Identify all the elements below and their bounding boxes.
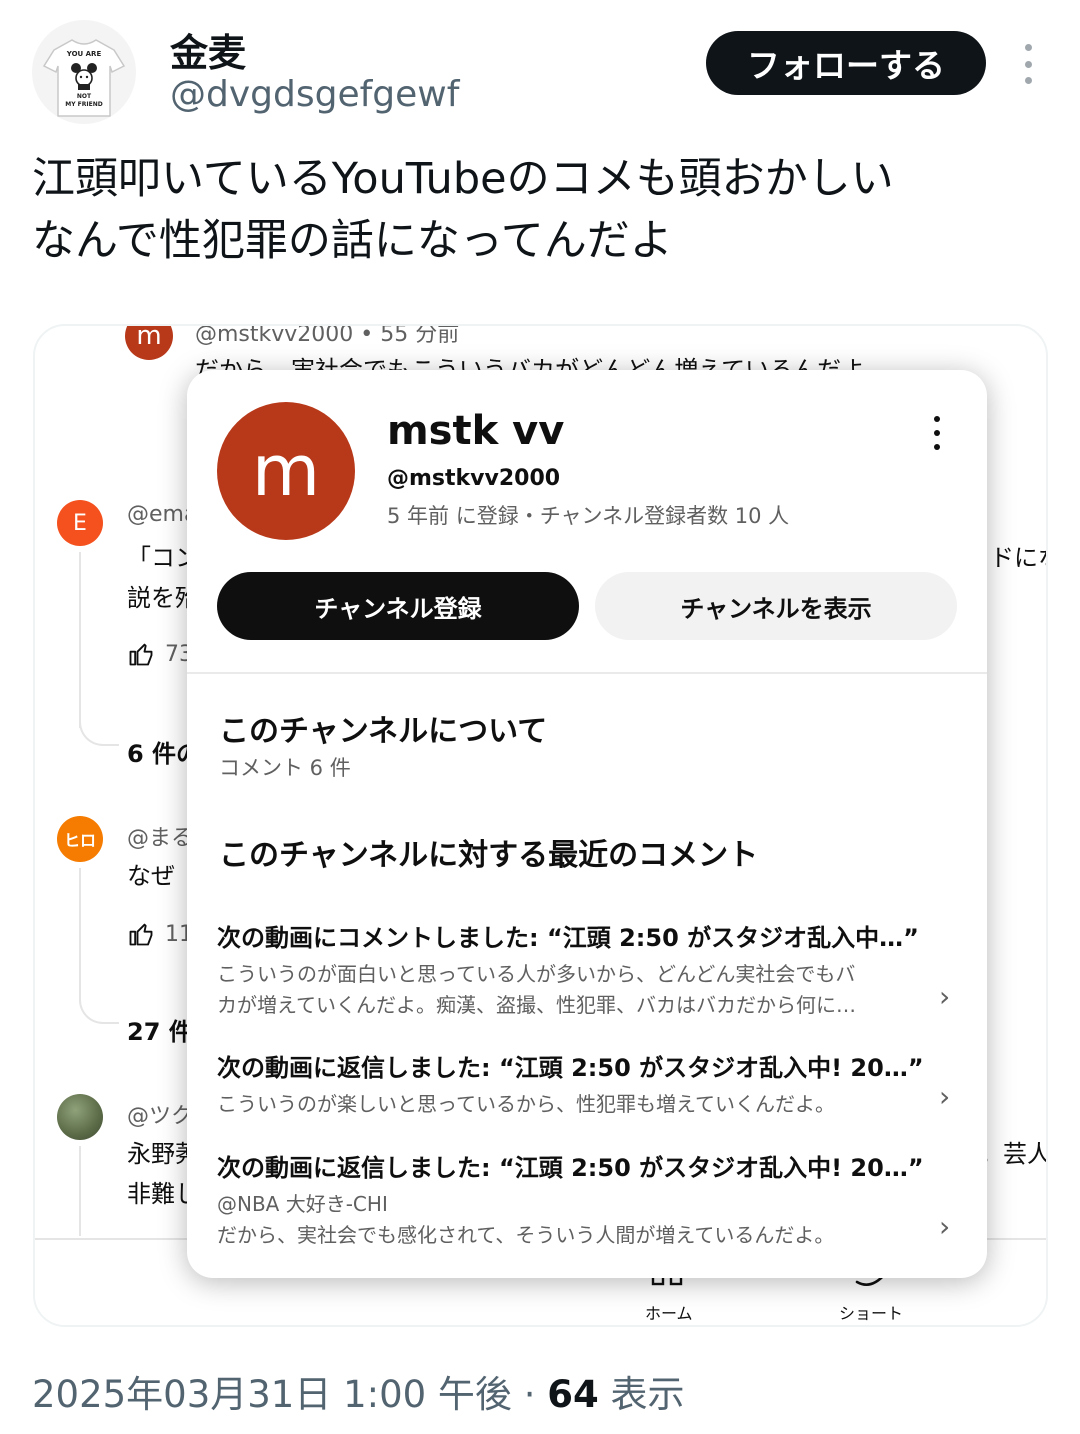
about-comment-count: コメント 6 件 — [219, 756, 351, 780]
follow-button[interactable]: フォローする — [706, 31, 986, 95]
thread-curve — [79, 716, 119, 746]
avatar-text-line2: NOT — [77, 93, 92, 100]
comment-avatar-hiro: ヒロ — [57, 816, 103, 862]
recent-comment-body-line: こういうのが面白いと思っている人が多いから、どんどん実社会でもバ — [217, 962, 856, 986]
thread-line — [79, 552, 81, 728]
thread-curve — [79, 994, 119, 1024]
recent-comment-body-line: @NBA 大好き-CHI — [217, 1192, 388, 1216]
comment-avatar-m: m — [125, 326, 173, 360]
comment-line1-right: 。芸人 — [979, 1140, 1048, 1168]
recent-comment-head: 次の動画に返信しました: “江頭 2:50 がスタジオ乱入中! 20…” — [217, 1054, 924, 1082]
tshirt-avatar-image: YOU ARE NOT MY FRIEND — [42, 39, 126, 117]
channel-popover: m mstk vv @mstkvv2000 5 年前 に登録・チャンネル登録者数… — [187, 370, 987, 1278]
about-title: このチャンネルについて — [219, 714, 548, 749]
comment-avatar-photo — [57, 1094, 103, 1140]
separator: · — [523, 1373, 536, 1416]
replies-toggle[interactable]: 27 件 — [127, 1012, 193, 1047]
tweet-text-line1: 江頭叩いているYouTubeのコメも頭おかしい — [32, 154, 894, 204]
recent-comment-body-line: こういうのが楽しいと思っているから、性犯罪も増えていくんだよ。 — [217, 1092, 835, 1116]
views-count: 64 — [547, 1373, 599, 1416]
comment-line1-right: ドにな — [990, 544, 1046, 572]
recent-comment-item[interactable]: 次の動画にコメントしました: “江頭 2:50 がスタジオ乱入中…” こういうの… — [217, 918, 957, 1021]
views-label: 表示 — [610, 1373, 685, 1416]
more-options-icon[interactable] — [1018, 44, 1038, 84]
like-icon[interactable] — [127, 920, 155, 948]
thread-line — [79, 1146, 81, 1236]
recent-comment-head: 次の動画にコメントしました: “江頭 2:50 がスタジオ乱入中…” — [217, 924, 919, 952]
tweet-text-line2: なんで性犯罪の話になってんだよ — [32, 216, 673, 266]
channel-name: mstk vv — [387, 408, 565, 454]
chevron-right-icon[interactable]: › — [939, 1212, 957, 1242]
recent-comments-title: このチャンネルに対する最近のコメント — [219, 838, 759, 873]
channel-meta: 5 年前 に登録・チャンネル登録者数 10 人 — [387, 504, 790, 528]
avatar-text-line3: MY FRIEND — [65, 101, 102, 108]
chevron-right-icon[interactable]: › — [939, 982, 957, 1012]
comment-handle: @まる — [127, 826, 194, 851]
nav-shorts-label[interactable]: ショート — [839, 1300, 903, 1324]
comment-line1: なぜ — [127, 862, 175, 890]
recent-comment-body-line: だから、実社会でも感化されて、そういう人間が増えているんだよ。 — [217, 1223, 835, 1247]
tweet-text: 江頭叩いているYouTubeのコメも頭おかしい なんで性犯罪の話になってんだよ — [32, 148, 1042, 272]
divider — [187, 672, 987, 674]
timestamp-text: 2025年03月31日 1:00 午後 — [32, 1373, 512, 1416]
thread-line — [79, 868, 81, 998]
display-name[interactable]: 金麦 — [170, 22, 246, 77]
like-icon[interactable] — [127, 640, 155, 668]
comment-meta: @mstkvv2000 • 55 分前 — [195, 324, 460, 347]
chevron-right-icon[interactable]: › — [939, 1082, 957, 1112]
comment-handle: @ツク — [127, 1104, 194, 1129]
avatar-text-line1: YOU ARE — [66, 50, 102, 58]
tweet-timestamp[interactable]: 2025年03月31日 1:00 午後 · 64 表示 — [32, 1364, 685, 1418]
subscribe-button[interactable]: チャンネル登録 — [217, 572, 579, 640]
user-avatar[interactable]: YOU ARE NOT MY FRIEND — [32, 20, 136, 124]
recent-comment-body-line: カが増えていくんだよ。痴漢、盗撮、性犯罪、バカはバカだから何に… — [217, 993, 856, 1017]
channel-handle: @mstkvv2000 — [387, 466, 561, 491]
view-channel-button[interactable]: チャンネルを表示 — [595, 572, 957, 640]
comment-avatar-e: E — [57, 500, 103, 546]
recent-comment-item[interactable]: 次の動画に返信しました: “江頭 2:50 がスタジオ乱入中! 20…” こうい… — [217, 1048, 957, 1120]
channel-avatar[interactable]: m — [217, 402, 355, 540]
user-handle[interactable]: @dvgdsgefgewf — [170, 74, 459, 115]
nav-home-label[interactable]: ホーム — [645, 1300, 693, 1324]
recent-comment-head: 次の動画に返信しました: “江頭 2:50 がスタジオ乱入中! 20…” — [217, 1154, 924, 1182]
kebab-menu-icon[interactable] — [931, 416, 943, 450]
recent-comment-item[interactable]: 次の動画に返信しました: “江頭 2:50 がスタジオ乱入中! 20…” @NB… — [217, 1148, 957, 1251]
